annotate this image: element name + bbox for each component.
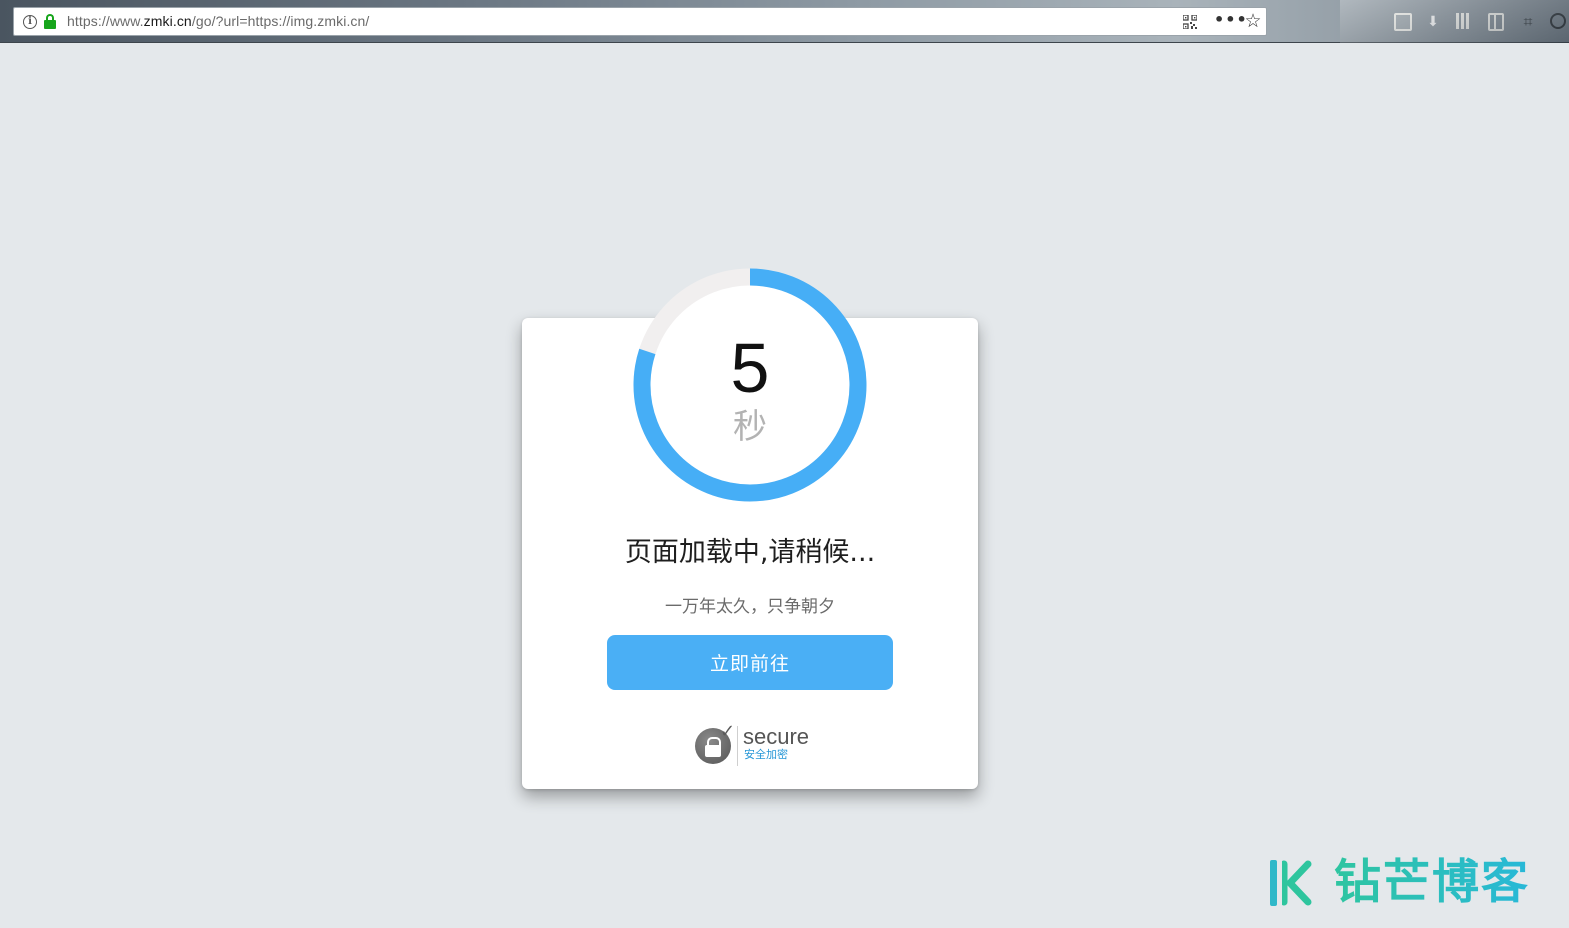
sidebar-icon[interactable] xyxy=(1488,13,1504,31)
logo-bar-icon xyxy=(1270,860,1277,906)
url-prefix: https://www. xyxy=(67,13,144,29)
library-icon[interactable] xyxy=(1456,13,1472,31)
loading-title: 页面加载中,请稍候... xyxy=(624,537,876,568)
checkmark-icon: ✓ xyxy=(720,721,736,742)
secure-label: secure xyxy=(743,724,810,749)
go-now-button[interactable]: 立即前往 xyxy=(607,635,893,690)
download-icon[interactable]: ⬇ xyxy=(1425,13,1441,31)
bookmark-star-icon[interactable]: ☆ xyxy=(1243,10,1263,32)
extension-icon[interactable] xyxy=(1550,13,1566,29)
slogan-text: 一万年太久，只争朝夕 xyxy=(665,597,835,617)
brand-name: 钻芒博客 xyxy=(1334,855,1530,910)
secure-badge: ✓ secure 安全加密 xyxy=(693,721,823,768)
mail-icon[interactable] xyxy=(1394,13,1412,31)
url-host: zmki.cn xyxy=(143,13,192,29)
secure-cn-label: 安全加密 xyxy=(744,748,788,761)
brand-watermark: 钻芒博客 xyxy=(1268,856,1558,912)
lock-icon[interactable] xyxy=(43,13,57,30)
more-actions-icon[interactable]: ••• xyxy=(1214,10,1247,30)
qr-code-icon[interactable] xyxy=(1183,15,1197,29)
screenshot-icon[interactable]: ⌗ xyxy=(1520,13,1536,31)
logo-k-icon xyxy=(1282,860,1312,906)
url-text[interactable]: https://www.zmki.cn/go/?url=https://img.… xyxy=(67,13,369,29)
url-suffix: /go/?url=https://img.zmki.cn/ xyxy=(191,13,370,29)
address-bar[interactable]: i https://www.zmki.cn/go/?url=https://im… xyxy=(13,7,1267,36)
badge-divider xyxy=(737,726,738,766)
browser-toolbar: i https://www.zmki.cn/go/?url=https://im… xyxy=(0,0,1569,43)
info-icon[interactable]: i xyxy=(23,15,37,29)
countdown-unit: 秒 xyxy=(733,407,767,447)
countdown-seconds: 5 xyxy=(730,329,770,407)
